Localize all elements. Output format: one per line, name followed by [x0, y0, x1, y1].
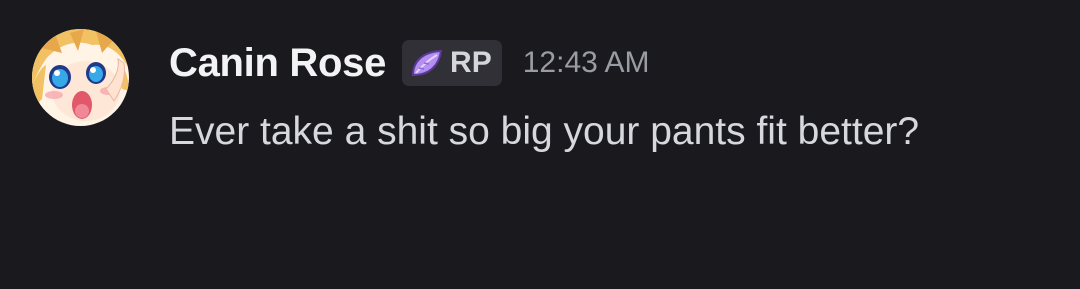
tag-label: RP — [450, 46, 492, 79]
message-header: Canin Rose RP 12:43 AM — [169, 38, 650, 88]
server-tag-badge[interactable]: RP — [402, 40, 502, 86]
avatar-image — [32, 29, 129, 126]
message-timestamp[interactable]: 12:43 AM — [523, 38, 650, 88]
user-avatar[interactable] — [32, 29, 129, 126]
username[interactable]: Canin Rose — [169, 38, 386, 88]
chat-message: Canin Rose RP 12:43 AM Ever take a shit … — [0, 0, 1080, 289]
message-content: Ever take a shit so big your pants fit b… — [169, 110, 920, 153]
purple-leaf-icon — [410, 48, 444, 78]
